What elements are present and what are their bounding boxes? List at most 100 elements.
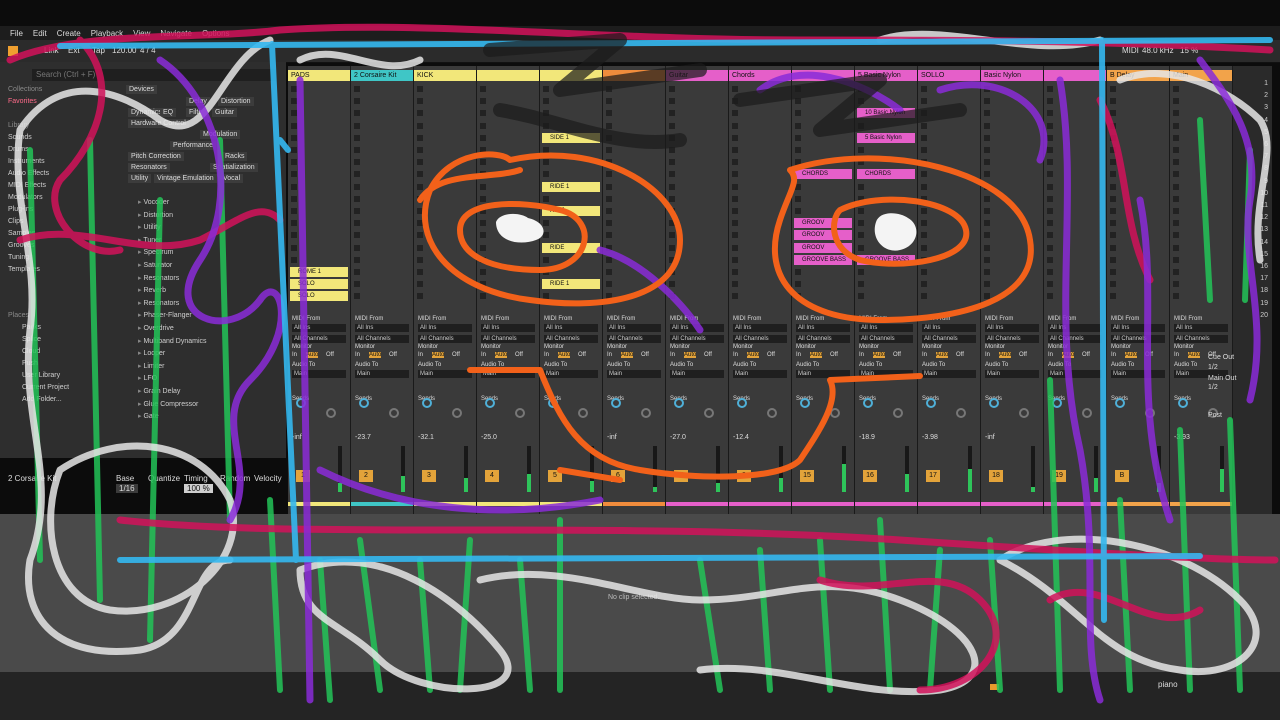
library-item[interactable]: Audio Effects: [8, 170, 49, 177]
clip-slot-button[interactable]: [1173, 110, 1179, 117]
scene-launch-button[interactable]: 4: [1228, 117, 1268, 124]
clip-slot-button[interactable]: [417, 208, 423, 214]
monitor-off-button[interactable]: Off: [704, 352, 712, 358]
library-item[interactable]: Modulators: [8, 194, 43, 201]
device-tag[interactable]: Delay: [186, 97, 210, 106]
browser-list-item[interactable]: Resonators: [138, 274, 179, 282]
monitor-auto-button[interactable]: Auto: [873, 352, 886, 358]
track-activator-button[interactable]: B: [1115, 470, 1129, 482]
track-volume-value[interactable]: -32.1: [418, 434, 434, 441]
input-channel-select[interactable]: All Channels: [1048, 335, 1102, 343]
clip-slot-button[interactable]: [795, 86, 801, 92]
clip-slot-button[interactable]: [921, 220, 927, 227]
clip-slot-button[interactable]: [354, 159, 360, 166]
clip-slot-button[interactable]: [984, 134, 990, 141]
clip-slot-button[interactable]: [1047, 98, 1053, 105]
clip-slot-button[interactable]: [921, 244, 927, 251]
send-a-knob[interactable]: [1178, 398, 1188, 408]
clip-slot-button[interactable]: [480, 134, 486, 141]
clip-slot-button[interactable]: [858, 293, 864, 300]
device-tag[interactable]: Resonators: [128, 163, 170, 172]
send-b-knob[interactable]: [515, 408, 525, 418]
monitor-in-button[interactable]: In: [355, 352, 360, 358]
clip-slot-button[interactable]: [1047, 122, 1053, 129]
clip-slot-button[interactable]: [1110, 159, 1116, 166]
monitor-auto-button[interactable]: Auto: [1125, 352, 1138, 358]
clip-slot-button[interactable]: [354, 183, 360, 190]
clip-slot-button[interactable]: [1173, 232, 1179, 239]
clip-slot-button[interactable]: [1047, 232, 1053, 239]
clip-slot-button[interactable]: [354, 171, 360, 178]
scene-launch-button[interactable]: 6: [1228, 141, 1268, 148]
clip-slot-button[interactable]: [417, 293, 423, 300]
clip-slot-button[interactable]: [669, 122, 675, 129]
scene-launch-button[interactable]: 10: [1228, 190, 1268, 197]
clip-slot-button[interactable]: [354, 293, 360, 300]
browser-list-item[interactable]: Tuner: [138, 236, 161, 244]
clip-slot-button[interactable]: [921, 195, 927, 202]
clip-slot-button[interactable]: [1047, 220, 1053, 227]
clip-slot-button[interactable]: [732, 159, 738, 166]
monitor-off-button[interactable]: Off: [515, 352, 523, 358]
send-b-knob[interactable]: [326, 408, 336, 418]
clip-slot-button[interactable]: [984, 110, 990, 117]
clip-slot-button[interactable]: [291, 98, 297, 105]
send-a-knob[interactable]: [1115, 398, 1125, 408]
monitor-off-button[interactable]: Off: [1082, 352, 1090, 358]
monitor-in-button[interactable]: In: [481, 352, 486, 358]
clip-slot-button[interactable]: [543, 147, 549, 153]
clip-slot-button[interactable]: [921, 86, 927, 92]
clip-slot-button[interactable]: [1047, 86, 1053, 92]
clip-slot-button[interactable]: [606, 195, 612, 202]
clip-slot-button[interactable]: [354, 86, 360, 92]
clip-slot-button[interactable]: [291, 147, 297, 153]
send-b-knob[interactable]: [956, 408, 966, 418]
monitor-off-button[interactable]: Off: [956, 352, 964, 358]
clip-slot-button[interactable]: [417, 110, 423, 117]
clip[interactable]: SOLO: [290, 279, 348, 290]
clip-slot-button[interactable]: [1173, 122, 1179, 129]
input-channel-select[interactable]: All Channels: [607, 335, 661, 343]
send-a-knob[interactable]: [863, 398, 873, 408]
clip-slot-button[interactable]: [480, 183, 486, 190]
send-b-knob[interactable]: [641, 408, 651, 418]
clip[interactable]: SOLO: [290, 291, 348, 302]
clip-slot-button[interactable]: [858, 244, 864, 251]
clip-slot-button[interactable]: [1110, 232, 1116, 239]
track-header[interactable]: [1044, 70, 1106, 81]
clip-slot-button[interactable]: [606, 122, 612, 129]
clip-slot-button[interactable]: [480, 269, 486, 275]
clip-slot-button[interactable]: [1110, 122, 1116, 129]
send-a-knob[interactable]: [359, 398, 369, 408]
input-channel-select[interactable]: All Channels: [796, 335, 850, 343]
track-header[interactable]: [540, 70, 602, 81]
monitor-auto-button[interactable]: Auto: [747, 352, 760, 358]
clip-slot-button[interactable]: [606, 256, 612, 263]
clip-slot-button[interactable]: [795, 293, 801, 300]
monitor-in-button[interactable]: In: [1174, 352, 1179, 358]
clip-slot-button[interactable]: [921, 293, 927, 300]
clip-slot-button[interactable]: [480, 244, 486, 251]
base-value[interactable]: 1/16: [116, 484, 138, 493]
clip-slot-button[interactable]: [669, 220, 675, 227]
place-item[interactable]: User Library: [22, 372, 60, 379]
browser-list-item[interactable]: Looper: [138, 349, 165, 357]
clip-slot-button[interactable]: [669, 232, 675, 239]
clip-slot-button[interactable]: [795, 147, 801, 153]
clip-slot-button[interactable]: [606, 147, 612, 153]
library-item[interactable]: Tunings: [8, 254, 33, 261]
browser-list-item[interactable]: Limiter: [138, 362, 164, 370]
scene-launch-button[interactable]: 15: [1228, 251, 1268, 258]
clip-slot-button[interactable]: [543, 110, 549, 117]
input-channel-select[interactable]: All Channels: [418, 335, 472, 343]
track-activator-button[interactable]: 5: [548, 470, 562, 482]
clip-slot-button[interactable]: [417, 86, 423, 92]
clip-slot-button[interactable]: [480, 208, 486, 214]
clip-slot-button[interactable]: [291, 220, 297, 227]
clip-slot-button[interactable]: [480, 220, 486, 227]
send-b-knob[interactable]: [830, 408, 840, 418]
clip[interactable]: GROOV: [794, 242, 852, 253]
monitor-auto-button[interactable]: Auto: [810, 352, 823, 358]
clip-slot-button[interactable]: [291, 208, 297, 214]
scene-launch-button[interactable]: 2: [1228, 92, 1268, 99]
